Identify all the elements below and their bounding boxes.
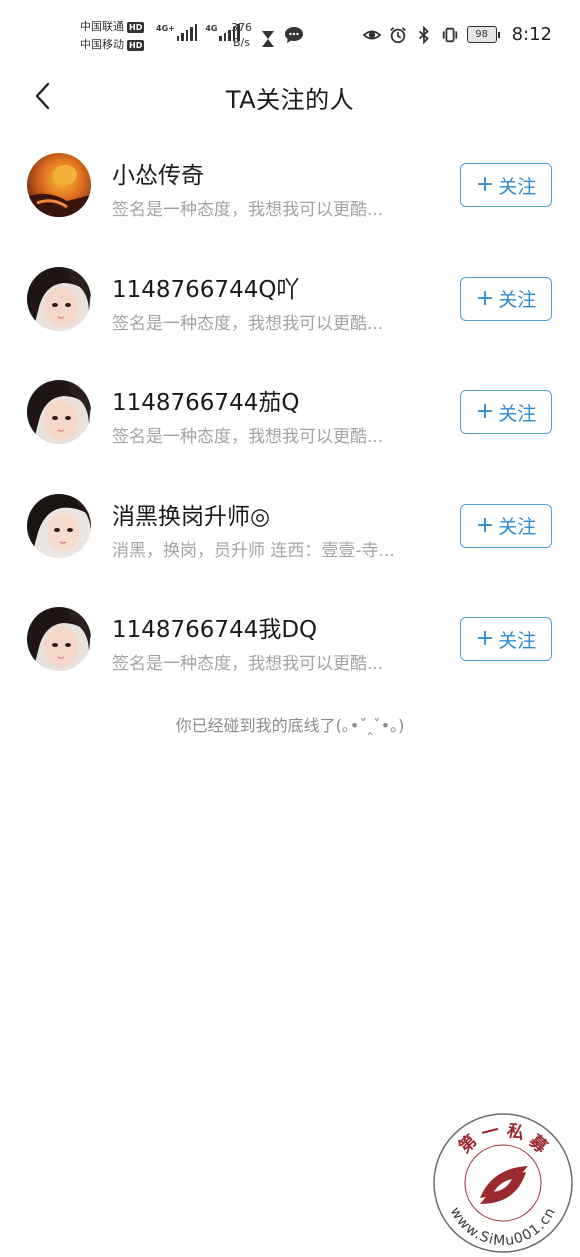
- vibrate-icon: [442, 27, 457, 42]
- user-signature: 签名是一种态度，我想我可以更酷...: [112, 200, 384, 220]
- watermark-logo: 第 一 私 募 www.SiMu001.cn: [432, 1112, 574, 1254]
- follow-label: 关注: [498, 402, 537, 425]
- follow-label: 关注: [498, 175, 537, 198]
- avatar[interactable]: [27, 380, 91, 444]
- user-name: 1148766744我DQ: [112, 617, 318, 643]
- clock: 8:12: [511, 24, 552, 45]
- carrier-row-1: 中国联通 HD: [80, 18, 145, 36]
- follow-label: 关注: [498, 516, 537, 538]
- list-item[interactable]: 1148766744茄Q 签名是一种态度，我想我可以更酷... + 关注: [0, 355, 580, 469]
- network-type-label: 4G+: [156, 24, 175, 33]
- plus-icon: +: [475, 626, 495, 651]
- network-speed-unit: B/s: [233, 36, 250, 49]
- list-item[interactable]: 消黑换岗升师◎ 消黑，换岗，员升师 连西：壹壹-寺... + 关注: [0, 469, 580, 583]
- plus-icon: +: [475, 172, 495, 197]
- network-type-label: 4G: [205, 24, 218, 33]
- user-signature: 消黑，换岗，员升师 连西：壹壹-寺...: [112, 540, 395, 561]
- user-name: 1148766744Q吖: [112, 276, 300, 303]
- signal-strength-icon: 4G+: [156, 24, 198, 41]
- user-signature: 签名是一种态度，我想我可以更酷...: [112, 427, 384, 447]
- signal-indicators: 4G+ 4G: [156, 24, 240, 41]
- screen: 中国联通 HD 中国移动 HD 4G+ 4G 376 B/s 98 8:12 T…: [0, 0, 580, 1257]
- user-name: 1148766744茄Q: [112, 390, 300, 416]
- carrier-row-2: 中国移动 HD: [80, 36, 145, 54]
- battery-level: 98: [466, 26, 497, 43]
- network-speed: 376 B/s: [231, 20, 252, 50]
- list-item[interactable]: 小怂传奇 签名是一种态度，我想我可以更酷... + 关注: [0, 128, 580, 242]
- nav-header: TA关注的人: [0, 72, 580, 118]
- bluetooth-icon: [418, 25, 429, 44]
- carrier-2-label: 中国移动: [80, 38, 124, 51]
- network-speed-value: 376: [231, 21, 252, 34]
- user-name: 小怂传奇: [112, 163, 204, 189]
- plus-icon: +: [475, 285, 495, 311]
- hourglass-icon: [262, 31, 274, 47]
- chat-bubble-icon: [285, 27, 303, 43]
- page-title: TA关注的人: [225, 86, 355, 114]
- follow-label: 关注: [498, 629, 537, 652]
- user-signature: 签名是一种态度，我想我可以更酷...: [112, 313, 384, 334]
- alarm-icon: [389, 26, 406, 43]
- list-item[interactable]: 1148766744Q吖 签名是一种态度，我想我可以更酷... + 关注: [0, 242, 580, 356]
- plus-icon: +: [475, 512, 495, 538]
- follow-button[interactable]: + 关注: [460, 503, 552, 548]
- follow-button[interactable]: + 关注: [460, 276, 552, 321]
- follow-button[interactable]: + 关注: [460, 617, 552, 661]
- carrier-1-label: 中国联通: [80, 20, 124, 33]
- following-list: 小怂传奇 签名是一种态度，我想我可以更酷... + 关注 1148766744Q…: [0, 128, 580, 696]
- hd-badge: HD: [127, 39, 145, 51]
- follow-button[interactable]: + 关注: [460, 163, 552, 207]
- avatar[interactable]: [27, 266, 91, 331]
- plus-icon: +: [475, 399, 495, 424]
- eye-icon: [362, 30, 381, 39]
- list-item[interactable]: 1148766744我DQ 签名是一种态度，我想我可以更酷... + 关注: [0, 582, 580, 696]
- status-bar: 中国联通 HD 中国移动 HD 4G+ 4G 376 B/s 98 8:12: [0, 0, 580, 72]
- avatar[interactable]: [27, 153, 91, 217]
- avatar[interactable]: [27, 493, 91, 558]
- user-name: 消黑换岗升师◎: [112, 503, 271, 530]
- avatar[interactable]: [27, 607, 91, 671]
- follow-button[interactable]: + 关注: [460, 390, 552, 434]
- system-icons: 98 8:12: [362, 24, 552, 45]
- carrier-info: 中国联通 HD 中国移动 HD: [80, 18, 145, 54]
- notification-icons: [262, 26, 304, 47]
- end-of-list-text: 你已经碰到我的底线了(｡•ˇ‸ˇ•｡): [175, 716, 405, 735]
- follow-label: 关注: [498, 289, 537, 311]
- battery-icon: 98: [466, 26, 500, 43]
- user-signature: 签名是一种态度，我想我可以更酷...: [112, 654, 384, 674]
- hd-badge: HD: [127, 21, 145, 33]
